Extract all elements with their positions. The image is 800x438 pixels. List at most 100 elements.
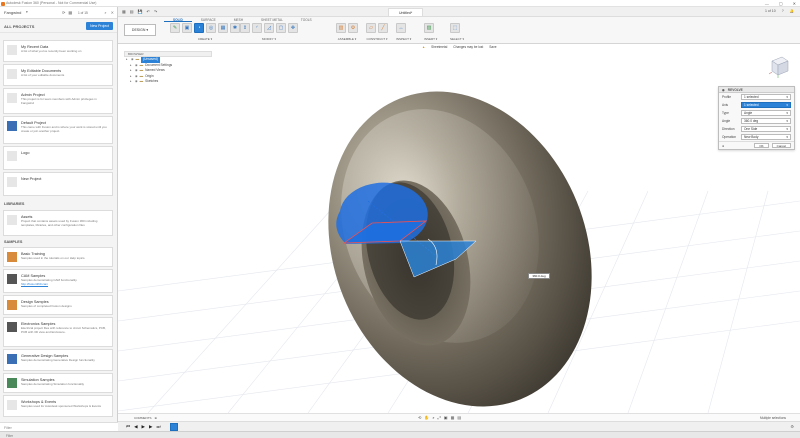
file-icon[interactable]: ▤: [130, 9, 134, 14]
extrude-icon[interactable]: ▣: [182, 23, 192, 33]
plus-icon[interactable]: ⊕: [155, 416, 158, 420]
tab-tools[interactable]: TOOLS: [292, 17, 321, 22]
project-card[interactable]: Admin Project This project is for team me…: [3, 88, 113, 114]
hole-icon[interactable]: ◎: [206, 23, 216, 33]
project-card[interactable]: CAM Samples Samples demonstrating CAM fun…: [3, 269, 113, 293]
project-card[interactable]: Electronics Samples Electrical project fi…: [3, 317, 113, 347]
new-sketch-icon[interactable]: ✎: [170, 23, 180, 33]
project-card[interactable]: My Editable Documents A list of your edit…: [3, 64, 113, 86]
tab-surface[interactable]: SURFACE: [192, 17, 225, 22]
insert-menu[interactable]: INSERT ▾: [424, 37, 437, 41]
orbit-icon[interactable]: ⟲: [418, 415, 421, 420]
cancel-button[interactable]: Cancel: [771, 143, 791, 148]
tab-sheet-metal[interactable]: SHEET METAL: [252, 17, 292, 22]
footer-filter[interactable]: Filter: [6, 434, 13, 438]
search-icon[interactable]: ⌕: [104, 10, 106, 15]
project-link[interactable]: http://fusion360.cam: [21, 282, 48, 286]
project-card[interactable]: Workshops & Events Samples used for Autod…: [3, 395, 113, 417]
inspect-menu[interactable]: INSPECT ▾: [396, 37, 411, 41]
axis-icon[interactable]: ╱: [378, 23, 388, 33]
revolve-row-value[interactable]: Angle ▾: [741, 110, 791, 116]
project-card[interactable]: Design Samples Samples of completed Fusio…: [3, 295, 113, 315]
chevron-down-icon[interactable]: ▾: [26, 10, 28, 14]
browser-node[interactable]: ▸ ◉ ▬ Sketches: [124, 79, 212, 85]
close-button[interactable]: ✕: [793, 1, 796, 6]
viewport-canvas[interactable]: BROWSER ▸ ◉ ▬ (Unsaved) ▸ ◉ ▬ Document Settings…: [118, 51, 800, 413]
new-project-button[interactable]: New Project: [86, 22, 113, 30]
help-icon[interactable]: ?: [782, 9, 784, 13]
box-icon[interactable]: ▦: [218, 23, 228, 33]
timeline-revolve-feature[interactable]: [170, 423, 178, 431]
job-status[interactable]: 1 of 10: [765, 9, 776, 13]
go-end-icon[interactable]: ⏭: [156, 424, 160, 430]
project-card[interactable]: Generative Design Samples Samples demonst…: [3, 349, 113, 371]
construct-menu[interactable]: CONSTRUCT ▾: [366, 37, 388, 41]
grid-view-icon[interactable]: ▦: [68, 10, 72, 15]
chevron-down-icon[interactable]: ▾: [786, 119, 788, 123]
chevron-down-icon[interactable]: ▾: [786, 127, 788, 131]
close-panel-icon[interactable]: ✕: [111, 10, 114, 15]
chevron-down-icon[interactable]: ▾: [786, 103, 788, 107]
revolve-row-value[interactable]: 1 selected ▾: [741, 102, 791, 108]
visibility-icon[interactable]: ◉: [135, 79, 138, 85]
filter-bar[interactable]: Filter: [0, 422, 118, 431]
revolve-row-value[interactable]: New Body ▾: [741, 134, 791, 140]
ok-button[interactable]: OK: [754, 143, 769, 148]
maximize-button[interactable]: ▢: [779, 1, 783, 6]
minimize-button[interactable]: —: [765, 1, 769, 6]
undo-icon[interactable]: ↶: [147, 9, 150, 14]
step-forward-icon[interactable]: ▶: [149, 424, 152, 430]
move-icon[interactable]: ✥: [288, 23, 298, 33]
tab-solid[interactable]: SOLID: [164, 17, 192, 22]
comments-panel[interactable]: COMMENTS ⊕: [134, 416, 157, 420]
angle-input[interactable]: 360.0 deg: [528, 273, 550, 279]
assemble-menu[interactable]: ASSEMBLE ▾: [336, 37, 358, 41]
viewports-icon[interactable]: ▤: [457, 415, 461, 420]
save-link[interactable]: Save: [489, 45, 496, 49]
offset-plane-icon[interactable]: ▱: [366, 23, 376, 33]
press-pull-icon[interactable]: ⇕: [240, 23, 250, 33]
view-cube[interactable]: [766, 53, 792, 79]
grid-settings-icon[interactable]: ▦: [451, 415, 455, 420]
zoom-icon[interactable]: ⌕: [432, 415, 434, 420]
revolve-row-value[interactable]: 360.0 deg ▾: [741, 118, 791, 124]
modify-menu[interactable]: MODIFY ▾: [240, 37, 298, 41]
timeline-settings-icon[interactable]: ⚙: [790, 424, 794, 429]
notification-icon[interactable]: 🔔: [790, 9, 794, 13]
display-settings-icon[interactable]: ▣: [444, 415, 448, 420]
create-menu[interactable]: CREATE ▾: [170, 37, 240, 41]
select-menu[interactable]: SELECT ▾: [450, 37, 464, 41]
expand-arrow-icon[interactable]: ▸: [126, 57, 129, 63]
fit-icon[interactable]: ⤢: [438, 415, 441, 420]
pan-icon[interactable]: ✋: [424, 415, 429, 420]
expand-arrow-icon[interactable]: ▸: [130, 79, 133, 85]
revolve-icon[interactable]: ◔: [194, 23, 204, 33]
save-icon[interactable]: 💾: [138, 9, 143, 14]
tab-mesh[interactable]: MESH: [225, 17, 252, 22]
info-icon[interactable]: ●: [722, 144, 724, 148]
insert-image-icon[interactable]: ▨: [424, 23, 434, 33]
chevron-down-icon[interactable]: ▾: [786, 135, 788, 139]
shell-icon[interactable]: ▢: [276, 23, 286, 33]
project-card[interactable]: Assets Project that contains assets used …: [3, 210, 113, 236]
project-card[interactable]: Simulation Samples Samples demonstrating …: [3, 373, 113, 393]
workspace-switcher[interactable]: DESIGN ▾: [124, 24, 156, 36]
fillet-icon[interactable]: ◜: [252, 23, 262, 33]
filter-input[interactable]: Filter: [4, 426, 12, 430]
step-back-icon[interactable]: ◀: [134, 424, 137, 430]
revolve-row-value[interactable]: 1 selected ▾: [741, 94, 791, 100]
document-tab[interactable]: Untitled*: [388, 8, 424, 16]
data-panel-icon[interactable]: ▦: [122, 9, 126, 14]
new-component-icon[interactable]: ▥: [336, 23, 346, 33]
chamfer-icon[interactable]: ◿: [264, 23, 274, 33]
comments-label[interactable]: COMMENTS: [134, 416, 152, 420]
go-start-icon[interactable]: ⏮: [126, 424, 130, 430]
revolve-row-value[interactable]: One Side ▾: [741, 126, 791, 132]
project-card[interactable]: New Project: [3, 172, 113, 196]
measure-icon[interactable]: ↔: [396, 23, 406, 33]
refresh-icon[interactable]: ⟳: [62, 10, 65, 15]
redo-icon[interactable]: ↷: [154, 9, 157, 14]
torus-body[interactable]: [282, 52, 637, 413]
project-card[interactable]: My Recent Data A list of what you've rece…: [3, 40, 113, 62]
pattern-icon[interactable]: ✱: [230, 23, 240, 33]
